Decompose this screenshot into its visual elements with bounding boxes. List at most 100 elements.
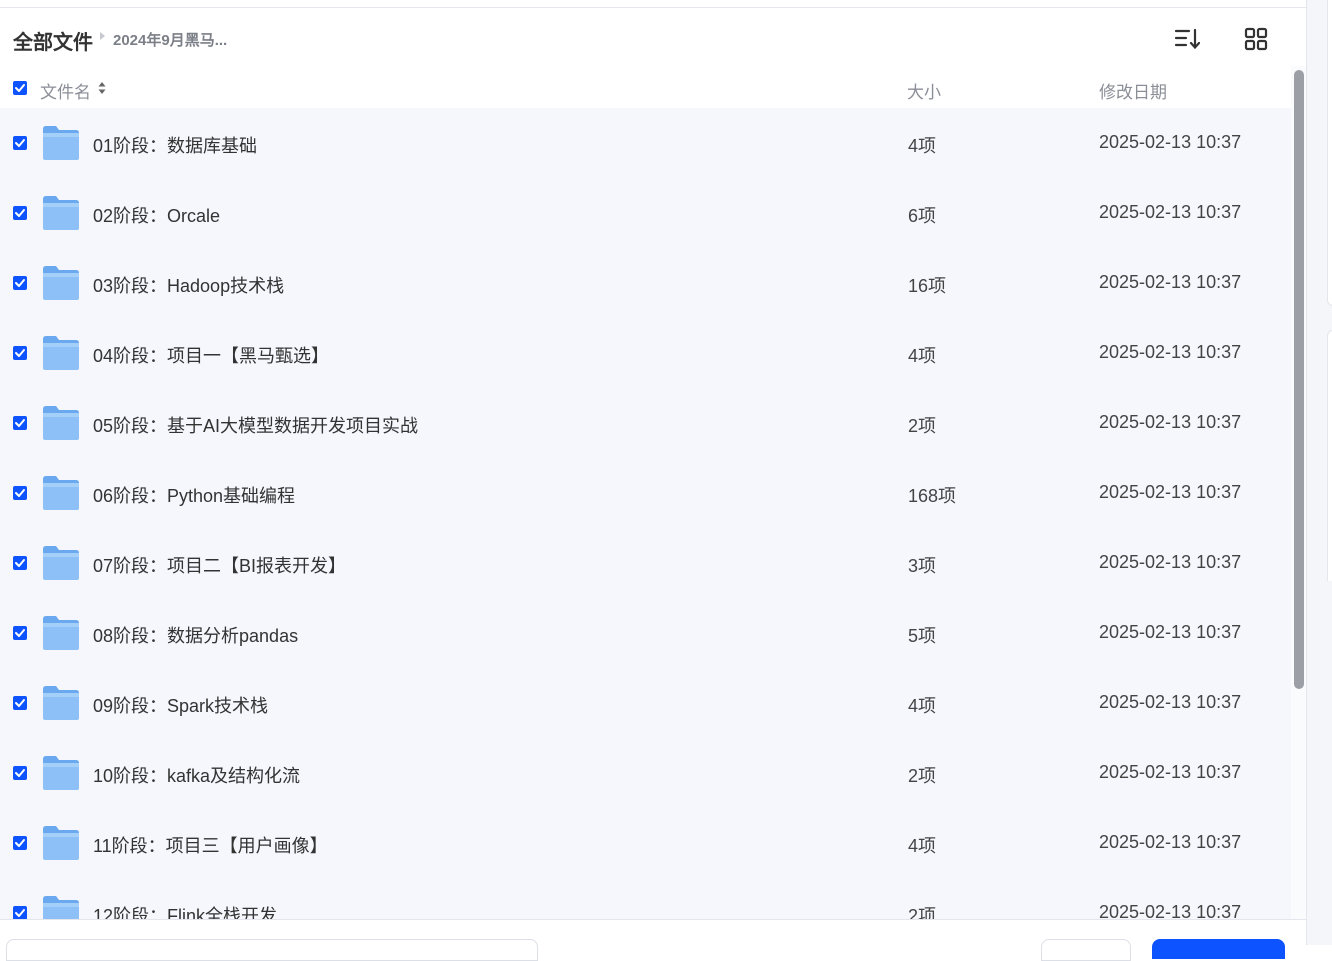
row-checkbox[interactable] (13, 626, 27, 640)
file-size: 2项 (908, 416, 937, 436)
file-size: 3项 (908, 556, 937, 576)
folder-icon (43, 336, 79, 370)
sort-toggle-icon[interactable] (98, 81, 106, 95)
check-icon (15, 209, 25, 217)
check-icon (15, 349, 25, 357)
save-path-field[interactable] (6, 939, 538, 961)
file-row[interactable]: 08阶段：数据分析pandas 5项 2025-02-13 10:37 (0, 598, 1291, 668)
check-icon (15, 84, 25, 92)
file-date: 2025-02-13 10:37 (1099, 762, 1242, 782)
column-header: 文件名 大小 修改日期 (0, 70, 1290, 107)
row-checkbox[interactable] (13, 836, 27, 850)
file-name[interactable]: 08阶段：数据分析pandas (93, 622, 298, 648)
file-row[interactable]: 09阶段：Spark技术栈 4项 2025-02-13 10:37 (0, 668, 1291, 738)
side-panel-card-bottom (1327, 330, 1332, 581)
file-date: 2025-02-13 10:37 (1099, 692, 1242, 712)
footer-bar (0, 919, 1306, 961)
file-date: 2025-02-13 10:37 (1099, 132, 1242, 152)
file-row[interactable]: 10阶段：kafka及结构化流 2项 2025-02-13 10:37 (0, 738, 1291, 808)
folder-icon (43, 406, 79, 440)
side-panel-edge (1306, 0, 1332, 945)
file-list: 01阶段：数据库基础 4项 2025-02-13 10:37 02阶段：Orcale 6… (0, 108, 1291, 919)
select-all-checkbox[interactable] (13, 81, 27, 95)
file-name[interactable]: 01阶段：数据库基础 (93, 132, 257, 158)
file-row[interactable]: 12阶段：Flink全栈开发 2项 2025-02-13 10:37 (0, 878, 1291, 919)
file-date: 2025-02-13 10:37 (1099, 342, 1242, 362)
confirm-button[interactable] (1152, 939, 1285, 959)
grid-view-button[interactable] (1243, 26, 1269, 52)
folder-icon (43, 756, 79, 790)
folder-icon (43, 126, 79, 160)
check-icon (15, 559, 25, 567)
check-icon (15, 769, 25, 777)
file-name[interactable]: 11阶段：项目三【用户画像】 (93, 832, 328, 858)
folder-icon (43, 896, 79, 919)
column-date-header[interactable]: 修改日期 (1099, 78, 1167, 103)
file-date: 2025-02-13 10:37 (1099, 902, 1242, 919)
file-row[interactable]: 05阶段：基于AI大模型数据开发项目实战 2项 2025-02-13 10:37 (0, 388, 1291, 458)
file-name[interactable]: 10阶段：kafka及结构化流 (93, 762, 300, 788)
file-name[interactable]: 12阶段：Flink全栈开发 (93, 902, 277, 919)
check-icon (15, 279, 25, 287)
breadcrumb-current[interactable]: 2024年9月黑马... (113, 29, 227, 50)
row-checkbox[interactable] (13, 696, 27, 710)
file-date: 2025-02-13 10:37 (1099, 202, 1242, 222)
row-checkbox[interactable] (13, 206, 27, 220)
scrollbar-thumb[interactable] (1294, 70, 1304, 689)
file-size: 4项 (908, 136, 937, 156)
side-panel-card-top (1327, 0, 1332, 306)
sort-list-icon (1174, 28, 1201, 50)
file-row[interactable]: 11阶段：项目三【用户画像】 4项 2025-02-13 10:37 (0, 808, 1291, 878)
check-icon (15, 629, 25, 637)
cancel-button[interactable] (1041, 939, 1131, 961)
check-icon (15, 139, 25, 147)
file-name[interactable]: 05阶段：基于AI大模型数据开发项目实战 (93, 412, 418, 438)
folder-icon (43, 476, 79, 510)
column-name-header[interactable]: 文件名 (40, 78, 91, 103)
file-row[interactable]: 03阶段：Hadoop技术栈 16项 2025-02-13 10:37 (0, 248, 1291, 318)
file-name[interactable]: 02阶段：Orcale (93, 202, 220, 228)
row-checkbox[interactable] (13, 276, 27, 290)
breadcrumb-separator-icon (100, 32, 105, 40)
file-size: 2项 (908, 906, 937, 919)
file-size: 5项 (908, 626, 937, 646)
file-row[interactable]: 02阶段：Orcale 6项 2025-02-13 10:37 (0, 178, 1291, 248)
file-size: 4项 (908, 346, 937, 366)
file-row[interactable]: 07阶段：项目二【BI报表开发】 3项 2025-02-13 10:37 (0, 528, 1291, 598)
row-checkbox[interactable] (13, 556, 27, 570)
check-icon (15, 699, 25, 707)
row-checkbox[interactable] (13, 906, 27, 919)
file-name[interactable]: 07阶段：项目二【BI报表开发】 (93, 552, 346, 578)
file-size: 6项 (908, 206, 937, 226)
file-date: 2025-02-13 10:37 (1099, 622, 1242, 642)
row-checkbox[interactable] (13, 416, 27, 430)
sort-order-button[interactable] (1174, 26, 1201, 52)
folder-icon (43, 686, 79, 720)
check-icon (15, 419, 25, 427)
check-icon (15, 489, 25, 497)
folder-icon (43, 616, 79, 650)
breadcrumb-root[interactable]: 全部文件 (13, 26, 93, 55)
row-checkbox[interactable] (13, 766, 27, 780)
file-row[interactable]: 01阶段：数据库基础 4项 2025-02-13 10:37 (0, 108, 1291, 178)
file-name[interactable]: 09阶段：Spark技术栈 (93, 692, 268, 718)
file-row[interactable]: 06阶段：Python基础编程 168项 2025-02-13 10:37 (0, 458, 1291, 528)
row-checkbox[interactable] (13, 346, 27, 360)
file-row[interactable]: 04阶段：项目一【黑马甄选】 4项 2025-02-13 10:37 (0, 318, 1291, 388)
folder-icon (43, 196, 79, 230)
check-icon (15, 909, 25, 917)
file-name[interactable]: 06阶段：Python基础编程 (93, 482, 295, 508)
file-size: 168项 (908, 486, 957, 506)
file-size: 2项 (908, 766, 937, 786)
file-name[interactable]: 03阶段：Hadoop技术栈 (93, 272, 284, 298)
folder-icon (43, 546, 79, 580)
file-date: 2025-02-13 10:37 (1099, 482, 1242, 502)
file-name[interactable]: 04阶段：项目一【黑马甄选】 (93, 342, 329, 368)
column-size-header[interactable]: 大小 (907, 78, 941, 103)
folder-icon (43, 266, 79, 300)
file-date: 2025-02-13 10:37 (1099, 272, 1242, 292)
file-date: 2025-02-13 10:37 (1099, 552, 1242, 572)
row-checkbox[interactable] (13, 136, 27, 150)
row-checkbox[interactable] (13, 486, 27, 500)
toolbar: 全部文件 2024年9月黑马... (0, 8, 1306, 66)
